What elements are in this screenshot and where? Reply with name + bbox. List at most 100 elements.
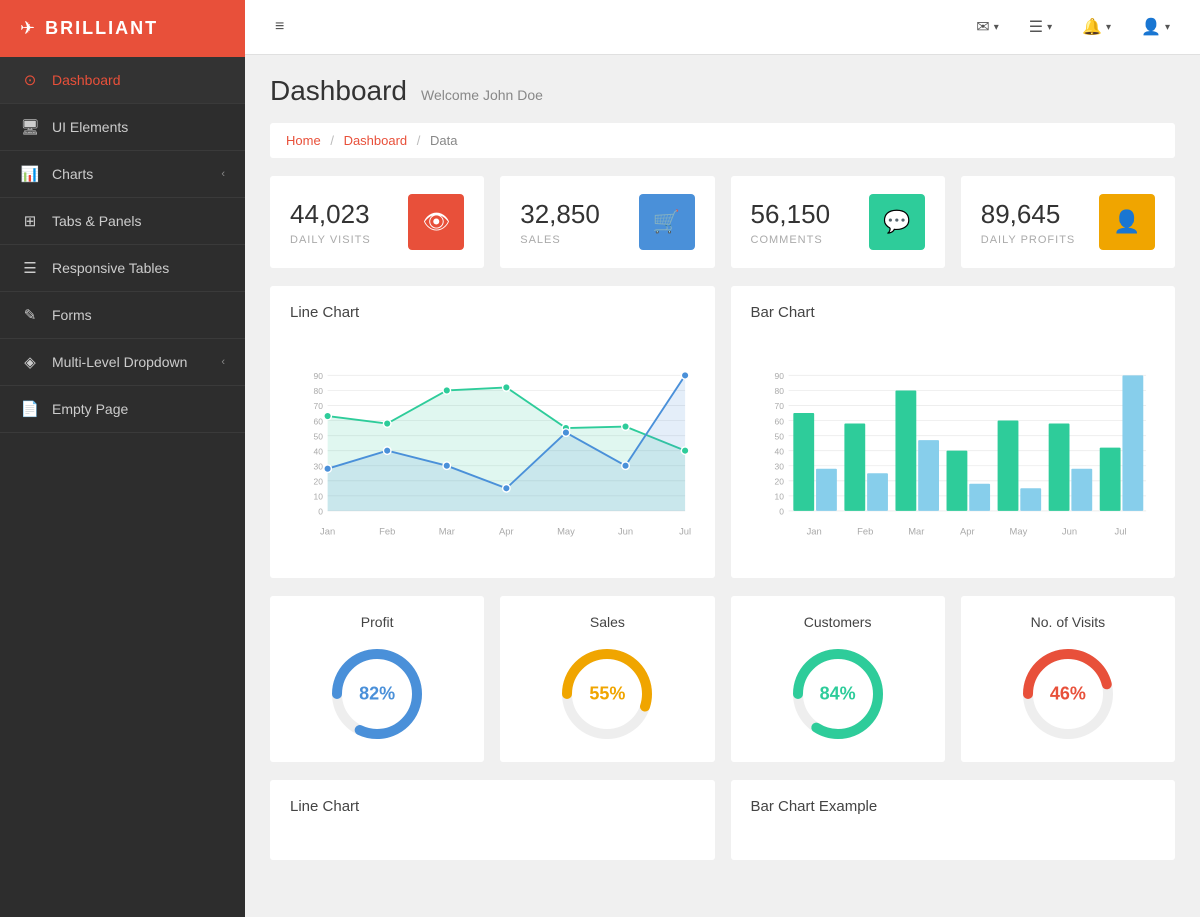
svg-text:90: 90 [774, 371, 784, 381]
sidebar-label-empty-page: Empty Page [52, 401, 128, 417]
donut-label-visits: 46% [1050, 684, 1086, 705]
donut-chart-sales: 55% [557, 644, 657, 744]
stat-info-comments: 56,150 COMMENTS [751, 199, 831, 246]
svg-text:60: 60 [774, 416, 784, 426]
sidebar-item-ui-elements[interactable]: 🖥 UI Elements [0, 104, 245, 151]
donut-title-customers: Customers [804, 614, 872, 630]
sidebar-label-forms: Forms [52, 307, 92, 323]
line-chart-card: Line Chart 0102030405060708090 JanFebMar… [270, 286, 715, 578]
svg-text:Mar: Mar [439, 525, 455, 536]
donut-label-profit: 82% [359, 684, 395, 705]
breadcrumb-sep-2: / [417, 133, 421, 148]
bell-icon: 🔔 [1082, 17, 1102, 37]
sidebar-item-empty-page[interactable]: 📄 Empty Page [0, 386, 245, 433]
stat-label-sales: SALES [520, 234, 600, 246]
sidebar-label-dashboard: Dashboard [52, 72, 121, 88]
sidebar-item-tabs-panels[interactable]: ⊞ Tabs & Panels [0, 198, 245, 245]
sidebar-item-responsive-tables[interactable]: ☰ Responsive Tables [0, 245, 245, 292]
user-icon: 👤 [1141, 17, 1161, 37]
bar-chart-svg: 0102030405060708090JanFebMarAprMayJunJul [751, 335, 1156, 555]
donut-title-sales: Sales [590, 614, 625, 630]
svg-text:40: 40 [774, 446, 784, 456]
svg-text:70: 70 [314, 401, 324, 411]
logo-text: BRILLIANT [45, 18, 158, 39]
stat-icon-daily-visits: 👁 [408, 194, 464, 250]
main-area: ≡ ✉ ▾ ☰ ▾ 🔔 ▾ 👤 ▾ Dashboard We [245, 0, 1200, 917]
svg-text:Jan: Jan [806, 525, 821, 536]
sidebar-item-charts[interactable]: 📊 Charts ‹ [0, 151, 245, 198]
menu-toggle-button[interactable]: ≡ [265, 12, 294, 42]
sidebar-item-forms[interactable]: ✎ Forms [0, 292, 245, 339]
svg-text:Feb: Feb [379, 525, 395, 536]
donut-chart-customers: 84% [788, 644, 888, 744]
sidebar-icon-responsive-tables: ☰ [20, 259, 40, 277]
donut-label-sales: 55% [589, 684, 625, 705]
mail-button[interactable]: ✉ ▾ [966, 11, 1008, 43]
list-chevron-icon: ▾ [1047, 22, 1052, 33]
donut-label-customers: 84% [820, 684, 856, 705]
bell-button[interactable]: 🔔 ▾ [1072, 11, 1121, 43]
svg-text:Jan: Jan [320, 525, 335, 536]
bottom-bar-chart-title: Bar Chart Example [751, 798, 1156, 815]
svg-text:60: 60 [314, 416, 324, 426]
user-button[interactable]: 👤 ▾ [1131, 11, 1180, 43]
svg-text:50: 50 [314, 431, 324, 441]
sidebar-label-tabs-panels: Tabs & Panels [52, 213, 142, 229]
sidebar-icon-forms: ✎ [20, 306, 40, 324]
page-subtitle: Welcome John Doe [421, 87, 543, 103]
sidebar-item-multi-level-dropdown[interactable]: ◈ Multi-Level Dropdown ‹ [0, 339, 245, 386]
breadcrumb-dashboard[interactable]: Dashboard [344, 133, 408, 148]
stat-value-comments: 56,150 [751, 199, 831, 230]
stat-label-daily-profits: DAILY PROFITS [981, 234, 1076, 246]
svg-text:80: 80 [314, 386, 324, 396]
stat-label-daily-visits: DAILY VISITS [290, 234, 371, 246]
donut-title-visits: No. of Visits [1031, 614, 1105, 630]
sidebar-item-dashboard[interactable]: ⊙ Dashboard [0, 57, 245, 104]
sidebar-icon-dashboard: ⊙ [20, 71, 40, 89]
donut-row: Profit 82% Sales 55% Customers 84% [270, 596, 1175, 762]
sidebar-label-ui-elements: UI Elements [52, 119, 128, 135]
stats-row: 44,023 DAILY VISITS 👁 32,850 SALES 🛒 56,… [270, 176, 1175, 268]
svg-text:50: 50 [774, 431, 784, 441]
stat-label-comments: COMMENTS [751, 234, 831, 246]
svg-text:20: 20 [314, 477, 324, 487]
stat-icon-comments: 💬 [869, 194, 925, 250]
mail-chevron-icon: ▾ [994, 22, 999, 33]
donut-card-profit: Profit 82% [270, 596, 484, 762]
stat-info-daily-profits: 89,645 DAILY PROFITS [981, 199, 1076, 246]
svg-text:20: 20 [774, 477, 784, 487]
donut-card-customers: Customers 84% [731, 596, 945, 762]
line-chart-svg: 0102030405060708090 JanFebMarAprMayJunJu… [290, 335, 695, 555]
stat-info-daily-visits: 44,023 DAILY VISITS [290, 199, 371, 246]
svg-text:0: 0 [318, 507, 323, 517]
stat-icon-daily-profits: 👤 [1099, 194, 1155, 250]
svg-text:90: 90 [314, 371, 324, 381]
sidebar-icon-ui-elements: 🖥 [20, 118, 40, 136]
sidebar: ✈ BRILLIANT ⊙ Dashboard 🖥 UI Elements 📊 … [0, 0, 245, 917]
breadcrumb-current: Data [430, 133, 457, 148]
stat-info-sales: 32,850 SALES [520, 199, 600, 246]
list-button[interactable]: ☰ ▾ [1019, 11, 1062, 43]
svg-text:70: 70 [774, 401, 784, 411]
list-icon: ☰ [1029, 17, 1043, 37]
bottom-line-chart-title: Line Chart [290, 798, 695, 815]
stat-value-daily-visits: 44,023 [290, 199, 371, 230]
stat-value-sales: 32,850 [520, 199, 600, 230]
svg-text:80: 80 [774, 386, 784, 396]
svg-text:30: 30 [774, 461, 784, 471]
sidebar-label-multi-level-dropdown: Multi-Level Dropdown [52, 354, 187, 370]
stat-card-daily-profits: 89,645 DAILY PROFITS 👤 [961, 176, 1175, 268]
sidebar-icon-tabs-panels: ⊞ [20, 212, 40, 230]
svg-text:0: 0 [779, 507, 784, 517]
svg-text:May: May [557, 525, 575, 536]
chevron-icon-charts: ‹ [221, 168, 225, 180]
breadcrumb: Home / Dashboard / Data [270, 123, 1175, 158]
stat-value-daily-profits: 89,645 [981, 199, 1076, 230]
svg-text:Mar: Mar [908, 525, 924, 536]
sidebar-icon-multi-level-dropdown: ◈ [20, 353, 40, 371]
donut-chart-profit: 82% [327, 644, 427, 744]
content-area: Dashboard Welcome John Doe Home / Dashbo… [245, 55, 1200, 917]
donut-card-sales: Sales 55% [500, 596, 714, 762]
breadcrumb-home[interactable]: Home [286, 133, 321, 148]
stat-card-sales: 32,850 SALES 🛒 [500, 176, 714, 268]
